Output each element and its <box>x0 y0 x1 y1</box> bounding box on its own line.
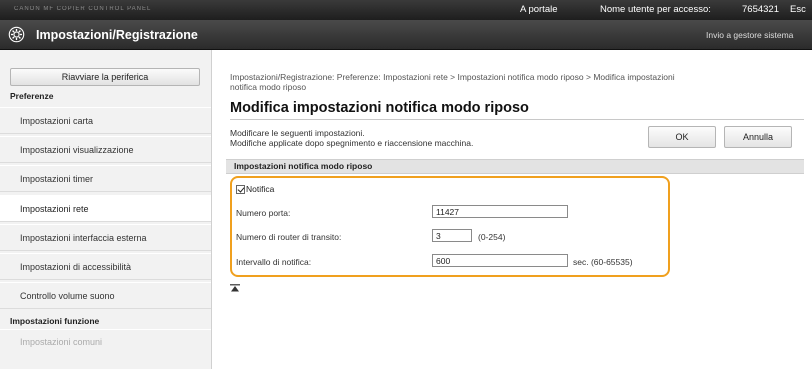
sidebar-item-display-settings[interactable]: Impostazioni visualizzazione <box>0 136 211 163</box>
main-content: Impostazioni/Registrazione: Preferenze: … <box>212 50 812 369</box>
instructions-text: Modificare le seguenti impostazioni. Mod… <box>230 128 473 148</box>
send-to-admin-link[interactable]: Invio a gestore sistema <box>706 30 793 40</box>
product-logo-strip: CANON MF COPIER CONTROL PANEL <box>14 6 152 12</box>
settings-gear-icon <box>8 26 25 43</box>
port-number-input[interactable] <box>432 205 568 218</box>
transit-router-range-hint: (0-254) <box>478 232 506 242</box>
portal-link[interactable]: A portale <box>520 4 558 15</box>
sidebar-item-timer-settings[interactable]: Impostazioni timer <box>0 165 211 192</box>
login-user-label: Nome utente per accesso: <box>600 4 711 15</box>
transit-router-count-input[interactable] <box>432 229 472 242</box>
breadcrumb: Impostazioni/Registrazione: Preferenze: … <box>230 72 790 92</box>
title-divider <box>230 119 804 120</box>
sidebar-item-external-interface[interactable]: Impostazioni interfaccia esterna <box>0 224 211 251</box>
sidebar-section-functions: Impostazioni funzione <box>10 316 100 326</box>
notification-checkbox-label: Notifica <box>246 184 275 194</box>
notification-interval-input[interactable] <box>432 254 568 267</box>
notification-checkbox-row[interactable]: Notifica <box>236 184 275 195</box>
sidebar-item-network-settings[interactable]: Impostazioni rete <box>0 195 211 222</box>
sidebar-item-paper-settings[interactable]: Impostazioni carta <box>0 107 211 134</box>
transit-router-count-label: Numero di router di transito: <box>236 232 342 242</box>
app-header: Impostazioni/Registrazione Invio a gesto… <box>0 20 812 50</box>
port-number-label: Numero porta: <box>236 208 291 218</box>
page-header-title: Impostazioni/Registrazione <box>36 28 198 42</box>
instructions-line-1: Modificare le seguenti impostazioni. <box>230 128 365 138</box>
sidebar-section-preferences: Preferenze <box>10 91 54 101</box>
breadcrumb-line-2: notifica modo riposo <box>230 82 307 92</box>
sidebar: Riavviare la periferica Preferenze Impos… <box>0 50 212 369</box>
instructions-line-2: Modifiche applicate dopo spegnimento e r… <box>230 138 474 148</box>
sidebar-item-sound-volume[interactable]: Controllo volume suono <box>0 282 211 309</box>
sidebar-item-common-settings[interactable]: Impostazioni comuni <box>0 329 211 353</box>
notification-checkbox[interactable] <box>236 185 245 195</box>
notification-interval-label: Intervallo di notifica: <box>236 257 312 267</box>
logout-link[interactable]: Esc <box>790 4 806 15</box>
notification-interval-range-hint: sec. (60-65535) <box>573 257 633 267</box>
login-user-id: 7654321 <box>742 4 779 15</box>
restart-device-button[interactable]: Riavviare la periferica <box>10 68 200 86</box>
sleep-notification-panel-header: Impostazioni notifica modo riposo <box>226 159 804 174</box>
top-status-bar: CANON MF COPIER CONTROL PANEL A portale … <box>0 0 812 20</box>
cancel-button[interactable]: Annulla <box>724 126 792 148</box>
sidebar-item-accessibility[interactable]: Impostazioni di accessibilità <box>0 253 211 280</box>
ok-button[interactable]: OK <box>648 126 716 148</box>
breadcrumb-line-1: Impostazioni/Registrazione: Preferenze: … <box>230 72 675 82</box>
page-title: Modifica impostazioni notifica modo ripo… <box>230 100 529 116</box>
back-to-top-icon[interactable] <box>230 284 240 292</box>
